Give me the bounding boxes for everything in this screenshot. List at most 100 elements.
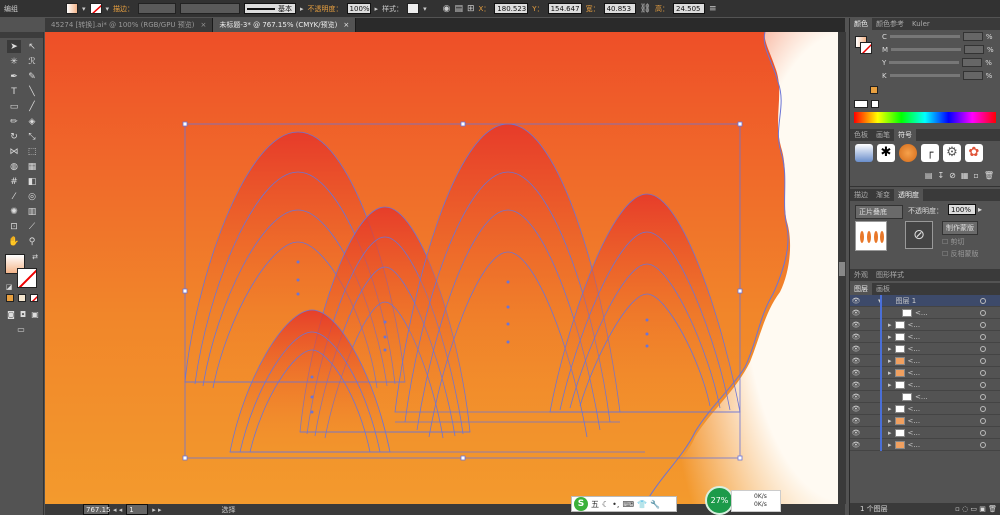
stroke-label[interactable]: 描边： xyxy=(113,4,134,14)
sublayer-row[interactable]: 👁 ▸ <... xyxy=(850,331,1000,343)
black-field[interactable] xyxy=(962,71,983,80)
target-icon[interactable] xyxy=(980,321,986,328)
tab-stroke[interactable]: 描边 xyxy=(850,189,872,201)
magenta-slider-row[interactable]: M% xyxy=(878,43,994,56)
magic-wand-tool-icon[interactable]: ✳ xyxy=(7,55,21,68)
recolor-icon[interactable]: ◉ xyxy=(443,4,451,14)
ime-toolbar[interactable]: S 五 ☾ •, ⌨ 👕 🔧 xyxy=(571,496,677,512)
tab-appearance[interactable]: 外观 xyxy=(850,269,872,281)
eye-icon[interactable]: 👁 xyxy=(850,345,862,353)
width-tool-icon[interactable]: ⋈ xyxy=(7,145,21,158)
expand-icon[interactable]: ▸ xyxy=(888,417,892,425)
sublayer-row[interactable]: 👁 ▸ <... xyxy=(850,343,1000,355)
target-icon[interactable] xyxy=(980,333,986,340)
gradient-mode-icon[interactable] xyxy=(18,294,26,302)
artboard-tool-icon[interactable]: ⊡ xyxy=(7,220,21,233)
expand-icon[interactable]: ▸ xyxy=(888,345,892,353)
object-thumbnail[interactable] xyxy=(855,221,887,251)
expand-icon[interactable]: ▸ xyxy=(888,381,892,389)
zoom-field[interactable]: 767.15 xyxy=(83,504,111,515)
tab-doc-1[interactable]: 45274 [转换].ai* @ 100% (RGB/GPU 预览) × xyxy=(45,18,214,32)
black-slider-row[interactable]: K% xyxy=(878,69,994,82)
swap-fill-stroke-icon[interactable]: ⇄ xyxy=(28,250,42,263)
eye-icon[interactable]: 👁 xyxy=(850,393,862,401)
canvas[interactable] xyxy=(45,32,845,504)
selection-tool-icon[interactable]: ➤ xyxy=(7,40,21,53)
tab-color[interactable]: 颜色 xyxy=(850,18,872,30)
layer-name[interactable]: 图层 1 xyxy=(896,296,917,306)
symbol-item[interactable] xyxy=(855,144,873,162)
pen-tool-icon[interactable]: ✒ xyxy=(7,70,21,83)
options-icon[interactable]: ▦ xyxy=(961,171,969,180)
sublayer-row[interactable]: 👁 ▸ <... xyxy=(850,415,1000,427)
tab-layers[interactable]: 图层 xyxy=(850,283,872,295)
blend-tool-icon[interactable]: ◎ xyxy=(25,190,39,203)
sublayer-row[interactable]: 👁 ▸ <... xyxy=(850,367,1000,379)
eye-icon[interactable]: 👁 xyxy=(850,381,862,389)
target-icon[interactable] xyxy=(980,441,986,448)
sublayer-row[interactable]: 👁 ▸ <... xyxy=(850,439,1000,451)
layers-footer-icons[interactable]: ▫ ◌ ▭ ▣ 🗑 xyxy=(955,505,997,513)
magenta-field[interactable] xyxy=(964,45,985,54)
line-tool-icon[interactable]: ╲ xyxy=(25,85,39,98)
stroke-style-dropdown[interactable]: 基本 xyxy=(244,3,297,14)
last-color-swatch[interactable] xyxy=(870,86,878,94)
slice-tool-icon[interactable]: ⟋ xyxy=(25,220,39,233)
symbol-item[interactable]: ✿ xyxy=(965,144,983,162)
vertical-scrollbar[interactable] xyxy=(838,32,846,504)
more-options-icon[interactable]: ≡ xyxy=(709,4,717,14)
cyan-field[interactable] xyxy=(962,32,983,41)
keyboard-icon[interactable]: ⌨ xyxy=(622,500,634,509)
fill-dropdown-icon[interactable]: ▾ xyxy=(82,5,86,13)
tab-kuler[interactable]: Kuler xyxy=(908,18,934,30)
tab-symbols[interactable]: 符号 xyxy=(894,129,916,141)
opacity-arrow-icon[interactable]: ▸ xyxy=(375,5,379,13)
eye-icon[interactable]: 👁 xyxy=(850,441,862,449)
graphic-style-swatch[interactable] xyxy=(407,3,420,14)
curvature-tool-icon[interactable]: ✎ xyxy=(25,70,39,83)
target-icon[interactable] xyxy=(980,393,986,400)
expand-icon[interactable]: ▸ xyxy=(888,441,892,449)
eraser-tool-icon[interactable]: ◈ xyxy=(25,115,39,128)
symbol-item[interactable]: ✱ xyxy=(877,144,895,162)
eye-icon[interactable]: 👁 xyxy=(850,357,862,365)
tab-transparency[interactable]: 透明度 xyxy=(894,189,923,201)
transform-icon[interactable]: ⊞ xyxy=(467,4,475,14)
mask-thumbnail[interactable]: ⊘ xyxy=(905,221,933,249)
moon-icon[interactable]: ☾ xyxy=(602,500,609,509)
fill-swatch[interactable] xyxy=(66,3,78,14)
target-icon[interactable] xyxy=(980,405,986,412)
layer-row[interactable]: 👁 ▾ 图层 1 xyxy=(850,295,1000,307)
stroke-color-box[interactable] xyxy=(17,268,37,288)
invert-mask-checkbox[interactable]: ☐ 反相蒙版 xyxy=(942,249,979,259)
paintbrush-tool-icon[interactable]: ╱ xyxy=(25,100,39,113)
eye-icon[interactable]: 👁 xyxy=(850,405,862,413)
sublayer-row[interactable]: 👁 ▸ <... xyxy=(850,319,1000,331)
rectangle-tool-icon[interactable]: ▭ xyxy=(7,100,21,113)
expand-icon[interactable]: ▸ xyxy=(888,357,892,365)
target-icon[interactable] xyxy=(980,345,986,352)
page-field[interactable]: 1 xyxy=(126,504,149,515)
variable-width-field[interactable] xyxy=(180,3,241,14)
symbol-item[interactable] xyxy=(899,144,917,162)
link-icon[interactable]: ⛓ xyxy=(640,4,651,14)
shape-builder-tool-icon[interactable]: ◍ xyxy=(7,160,21,173)
stroke-swatch[interactable] xyxy=(89,3,102,14)
sublayer-row[interactable]: 👁 ▸ <... xyxy=(850,403,1000,415)
pencil-tool-icon[interactable]: ✏ xyxy=(7,115,21,128)
lasso-tool-icon[interactable]: ℛ xyxy=(25,55,39,68)
tab-color-guide[interactable]: 颜色参考 xyxy=(872,18,908,30)
expand-icon[interactable]: ▸ xyxy=(888,429,892,437)
close-icon[interactable]: × xyxy=(201,21,207,29)
gradient-tool-icon[interactable]: ◧ xyxy=(25,175,39,188)
clip-checkbox[interactable]: ☐ 剪切 xyxy=(942,237,965,247)
free-transform-tool-icon[interactable]: ⬚ xyxy=(25,145,39,158)
target-icon[interactable] xyxy=(980,357,986,364)
cyan-slider-row[interactable]: C% xyxy=(878,30,994,43)
hand-tool-icon[interactable]: ✋ xyxy=(7,235,21,248)
tools-panel-header[interactable] xyxy=(0,32,43,38)
stroke-style-arrow-icon[interactable]: ▸ xyxy=(300,5,304,13)
color-mode-icon[interactable] xyxy=(6,294,14,302)
screen-mode-icon[interactable]: ▭ xyxy=(14,323,28,336)
expand-icon[interactable]: ▸ xyxy=(888,321,892,329)
